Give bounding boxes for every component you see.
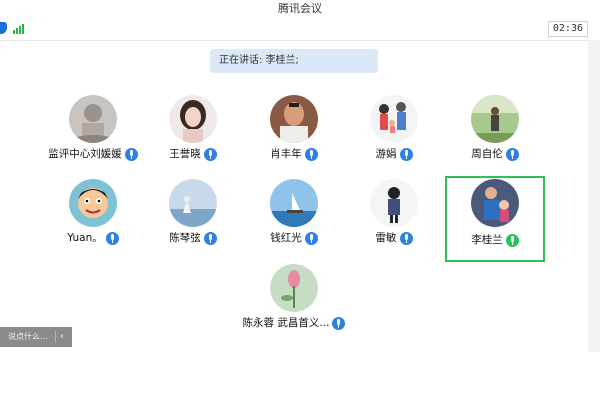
participant-name: 监评中心刘媛媛 <box>48 148 122 160</box>
avatar <box>69 95 117 143</box>
signal-icon[interactable] <box>13 23 25 34</box>
avatar <box>270 179 318 227</box>
participant-tile[interactable]: 游娟 <box>344 95 444 181</box>
participant-name: 周自伦 <box>471 148 503 160</box>
participant-tile[interactable]: 王誉晓 <box>143 95 243 181</box>
microphone-icon <box>105 231 119 245</box>
participant-name: 王誉晓 <box>169 148 201 160</box>
participant-tile[interactable]: 监评中心刘媛媛 <box>43 95 143 181</box>
avatar <box>270 95 318 143</box>
active-speaker-tile[interactable]: 李桂兰 <box>445 176 545 262</box>
participant-name: 雷敏 <box>375 232 397 244</box>
microphone-icon <box>399 231 413 245</box>
avatar <box>471 95 519 143</box>
microphone-icon <box>203 147 217 161</box>
avatar <box>370 95 418 143</box>
avatar <box>471 179 519 227</box>
participant-tile[interactable]: 钱红光 <box>244 179 344 265</box>
participant-name: 陈永蓉 武昌首义... <box>242 317 330 329</box>
participant-name: Yuan。 <box>67 232 103 244</box>
participant-tile[interactable]: 陈琴弦 <box>143 179 243 265</box>
participant-tile[interactable]: Yuan。 <box>43 179 143 265</box>
participant-tile[interactable]: 陈永蓉 武昌首义... <box>242 264 346 350</box>
participant-name: 游娟 <box>375 148 397 160</box>
microphone-icon <box>399 147 413 161</box>
top-toolbar: 02:36 <box>0 18 600 41</box>
microphone-icon <box>332 316 346 330</box>
participant-name: 陈琴弦 <box>169 232 201 244</box>
participant-name: 钱红光 <box>270 232 302 244</box>
avatar <box>169 95 217 143</box>
chevron-left-icon[interactable]: ‹ <box>60 327 64 347</box>
avatar <box>169 179 217 227</box>
avatar <box>69 179 117 227</box>
shield-icon[interactable] <box>0 22 7 34</box>
microphone-icon <box>304 147 318 161</box>
speaking-indicator: 正在讲话: 李桂兰; <box>210 49 378 73</box>
participant-name: 李桂兰 <box>471 234 503 246</box>
avatar <box>370 179 418 227</box>
chat-placeholder: 说点什么... <box>8 332 48 341</box>
participant-tile[interactable]: 雷敏 <box>344 179 444 265</box>
side-panel-edge <box>588 40 600 352</box>
microphone-icon <box>304 231 318 245</box>
chat-input[interactable]: 说点什么... ‹ <box>0 327 72 347</box>
participant-tile[interactable]: 周自伦 <box>445 95 545 181</box>
participant-name: 肖丰年 <box>270 148 302 160</box>
microphone-icon <box>203 231 217 245</box>
speaking-microphone-icon <box>505 233 519 247</box>
microphone-icon <box>505 147 519 161</box>
divider <box>55 331 56 343</box>
participant-tile[interactable]: 肖丰年 <box>244 95 344 181</box>
avatar <box>270 264 318 312</box>
meeting-timer: 02:36 <box>547 21 588 37</box>
window-title: 腾讯会议 <box>278 2 322 15</box>
